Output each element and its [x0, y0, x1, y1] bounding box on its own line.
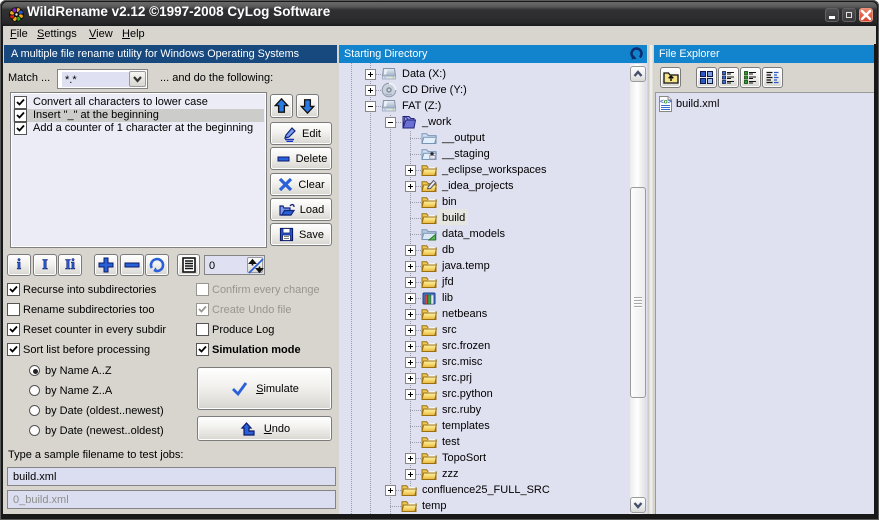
- svg-text:<o>: <o>: [660, 99, 672, 106]
